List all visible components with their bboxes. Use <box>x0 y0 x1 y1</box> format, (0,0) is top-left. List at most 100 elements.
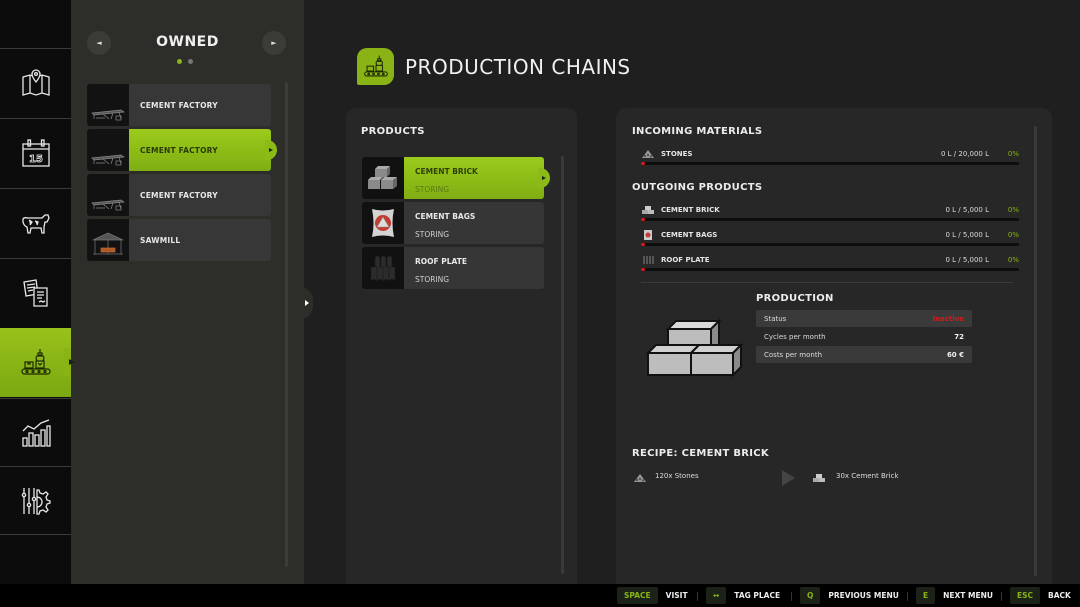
page-dot-2[interactable] <box>188 59 193 64</box>
product-fill-bar <box>641 243 1019 246</box>
rail-item-animals[interactable] <box>0 188 71 257</box>
stones-icon <box>642 150 654 158</box>
material-fill-bar <box>641 162 1019 165</box>
recipe-output: 30x Cement Brick <box>836 472 899 480</box>
roof-plate-icon <box>362 247 404 289</box>
hint-back[interactable]: ESC BACK <box>1010 587 1071 604</box>
sawmill-thumbnail <box>87 219 129 261</box>
hint-tag-place[interactable]: ↔ TAG PLACE <box>706 587 780 604</box>
map-icon <box>21 69 50 96</box>
hint-label: BACK <box>1048 591 1071 600</box>
production-chains-screen: 15 ◄ OWNED ► CEMENT FACTORY CEMENT FACTO… <box>0 0 1080 607</box>
material-amount: 0 L / 20,000 L <box>940 150 989 158</box>
status-label: Status <box>764 314 787 323</box>
product-name: CEMENT BAGS <box>415 212 476 221</box>
owned-next-button[interactable]: ► <box>262 31 286 55</box>
products-heading: PRODUCTS <box>361 126 425 137</box>
incoming-materials-heading: INCOMING MATERIALS <box>632 126 763 137</box>
production-status-row: Status Inactive <box>756 310 972 327</box>
page-title: PRODUCTION CHAINS <box>405 55 631 79</box>
owned-item-cement-factory-3[interactable]: CEMENT FACTORY <box>87 174 271 216</box>
cycles-per-month-row: Cycles per month 72 <box>756 328 972 345</box>
settings-icon <box>21 487 51 515</box>
hint-separator <box>1001 592 1002 601</box>
cement-bags-icon <box>362 202 404 244</box>
hint-label: NEXT MENU <box>943 591 993 600</box>
costs-label: Costs per month <box>764 350 823 359</box>
cement-brick-large-icon <box>645 318 744 377</box>
owned-item-label: CEMENT FACTORY <box>140 190 218 200</box>
stones-icon <box>634 474 646 482</box>
product-state: STORING <box>415 275 450 284</box>
rail-item-map[interactable] <box>0 48 71 117</box>
owned-item-cement-factory-2[interactable]: CEMENT FACTORY <box>87 129 277 171</box>
product-fill-bar <box>641 218 1019 221</box>
section-divider <box>641 282 1013 283</box>
product-fill <box>641 268 645 271</box>
product-fill <box>641 218 645 221</box>
rail-item-statistics[interactable] <box>0 398 71 467</box>
owned-list: CEMENT FACTORY CEMENT FACTORY CEMENT FAC… <box>87 84 277 264</box>
cement-brick-icon <box>362 157 404 199</box>
cement-factory-thumbnail <box>87 84 129 126</box>
product-name: ROOF PLATE <box>661 256 710 264</box>
cycles-label: Cycles per month <box>764 332 826 341</box>
owned-item-cement-factory-1[interactable]: CEMENT FACTORY <box>87 84 271 126</box>
products-panel: PRODUCTS CEMENT BRICK STORING CEMENT BAG… <box>346 108 577 584</box>
material-fill <box>641 162 645 165</box>
product-percent: 0% <box>1007 256 1019 264</box>
key-e: E <box>916 587 936 604</box>
product-amount: 0 L / 5,000 L <box>945 231 989 239</box>
product-amount: 0 L / 5,000 L <box>945 206 989 214</box>
recipe-row: 120x Stones 30x Cement Brick <box>632 470 1032 488</box>
owned-item-label: CEMENT FACTORY <box>140 100 218 110</box>
arrow-right-icon <box>304 300 309 306</box>
production-heading: PRODUCTION <box>756 293 834 304</box>
product-item-cement-brick[interactable]: CEMENT BRICK STORING <box>362 157 550 199</box>
products-scrollbar[interactable] <box>561 156 564 574</box>
calendar-icon: 15 <box>21 139 50 167</box>
product-name: CEMENT BRICK <box>415 167 478 176</box>
hint-previous-menu[interactable]: Q PREVIOUS MENU <box>800 587 899 604</box>
selected-arrow-icon <box>269 148 273 152</box>
product-item-roof-plate[interactable]: ROOF PLATE STORING <box>362 247 544 289</box>
material-percent: 0% <box>1007 150 1019 158</box>
owned-item-label: CEMENT FACTORY <box>140 145 218 155</box>
active-indicator <box>69 359 74 365</box>
status-value: Inactive <box>932 314 964 323</box>
key-q: Q <box>800 587 821 604</box>
product-fill-bar <box>641 268 1019 271</box>
costs-value: 60 € <box>946 350 964 359</box>
rail-item-calendar[interactable]: 15 <box>0 118 71 187</box>
product-name: CEMENT BAGS <box>661 231 718 239</box>
owned-scrollbar[interactable] <box>285 82 288 567</box>
hint-next-menu[interactable]: E NEXT MENU <box>916 587 993 604</box>
cement-brick-icon <box>642 206 654 214</box>
rail-item-settings[interactable] <box>0 466 71 535</box>
production-icon <box>20 348 51 375</box>
hint-label: TAG PLACE <box>734 591 781 600</box>
owned-panel: ◄ OWNED ► CEMENT FACTORY CEMENT FACTORY <box>71 0 304 584</box>
production-icon <box>363 55 388 76</box>
details-scrollbar[interactable] <box>1034 126 1037 576</box>
product-percent: 0% <box>1007 206 1019 214</box>
product-name: ROOF PLATE <box>415 257 467 266</box>
owned-item-sawmill[interactable]: SAWMILL <box>87 219 271 261</box>
costs-per-month-row: Costs per month 60 € <box>756 346 972 363</box>
collapse-panel-button[interactable] <box>300 287 313 319</box>
product-item-cement-bags[interactable]: CEMENT BAGS STORING <box>362 202 544 244</box>
recipe-heading: RECIPE: CEMENT BRICK <box>632 448 769 459</box>
owned-item-label: SAWMILL <box>140 235 181 245</box>
page-indicator <box>177 59 193 64</box>
rail-item-contracts[interactable] <box>0 258 71 327</box>
page-dot-1[interactable] <box>177 59 182 64</box>
key-tag: ↔ <box>706 587 727 604</box>
hint-separator <box>907 592 908 601</box>
key-esc: ESC <box>1010 587 1041 604</box>
rail-item-production[interactable] <box>0 328 78 397</box>
svg-text:15: 15 <box>29 154 43 165</box>
details-panel: INCOMING MATERIALS STONES 0 L / 20,000 L… <box>616 108 1052 584</box>
material-name: STONES <box>661 150 693 158</box>
outgoing-row-cement-bags: CEMENT BAGS 0 L / 5,000 L 0% <box>641 230 1019 250</box>
hint-visit[interactable]: SPACE VISIT <box>617 587 688 604</box>
